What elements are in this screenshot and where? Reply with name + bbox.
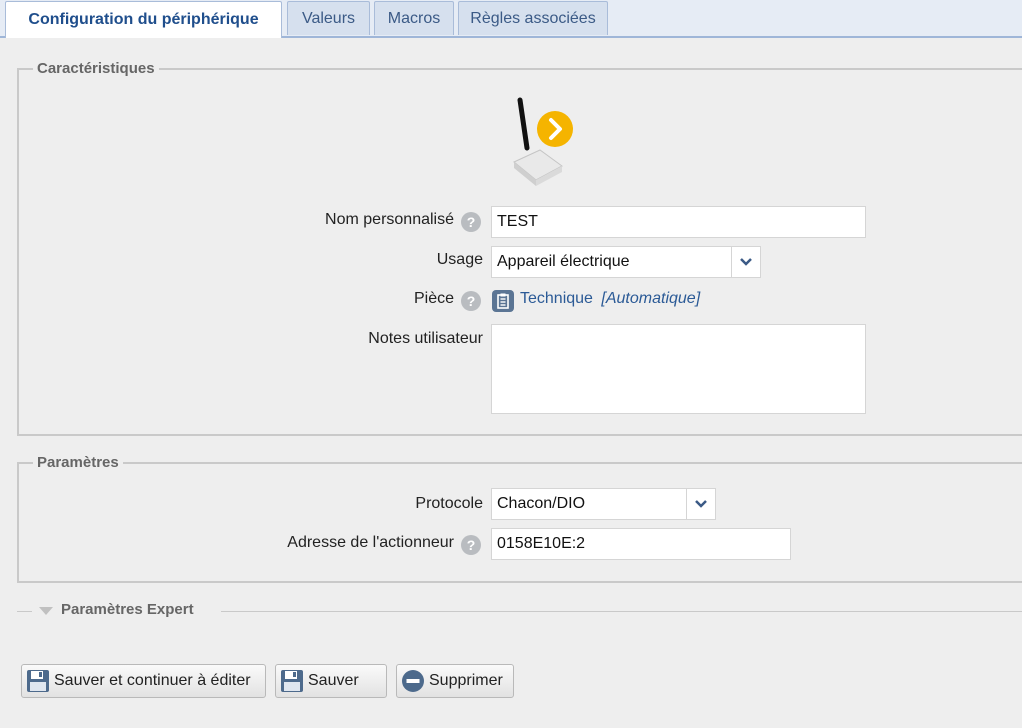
adresse-value: 0158E10E:2 [497,535,586,552]
minus-circle-icon [402,670,424,692]
divider [221,611,1022,612]
notes-textarea[interactable] [491,324,866,414]
nom-personnalise-input[interactable]: TEST [491,206,866,238]
nom-label: Nom personnalisé [325,211,454,228]
chevron-down-icon[interactable] [686,489,715,519]
save-button[interactable]: Sauver [275,664,387,698]
notes-label: Notes utilisateur [368,330,483,347]
nom-value: TEST [497,213,538,230]
piece-auto-label: [Automatique] [601,290,701,307]
protocole-label: Protocole [415,495,483,512]
clipboard-icon [492,290,514,312]
adresse-input[interactable]: 0158E10E:2 [491,528,791,560]
help-icon[interactable]: ? [461,535,481,555]
save-label: Sauver [308,672,359,689]
usage-select[interactable]: Appareil électrique [491,246,761,278]
tab-macros[interactable]: Macros [374,1,454,35]
protocole-value: Chacon/DIO [497,495,586,512]
save-continue-label: Sauver et continuer à éditer [54,672,251,689]
floppy-disk-icon [27,670,49,692]
piece-label: Pièce [413,290,454,307]
protocole-select[interactable]: Chacon/DIO [491,488,716,520]
help-icon[interactable]: ? [461,212,481,232]
chevron-down-icon[interactable] [731,247,760,277]
expert-toggle[interactable]: Paramètres Expert [17,601,1022,621]
piece-link[interactable]: Technique [Automatique] [520,290,700,308]
adresse-label: Adresse de l'actionneur [287,534,454,551]
help-icon[interactable]: ? [461,291,481,311]
tab-configuration[interactable]: Configuration du périphérique [5,1,282,38]
usage-value: Appareil électrique [497,253,630,270]
delete-button[interactable]: Supprimer [396,664,514,698]
piece-value[interactable]: Technique [520,290,593,307]
tab-bar: Configuration du périphérique Valeurs Ma… [0,0,1022,38]
delete-label: Supprimer [429,672,503,689]
caracteristiques-legend: Caractéristiques [37,60,155,77]
triangle-down-icon[interactable] [39,607,53,615]
tab-regles-associees[interactable]: Règles associées [458,1,608,35]
divider [17,611,32,612]
rf-transmitter-with-arrow-icon [513,97,573,186]
save-continue-button[interactable]: Sauver et continuer à éditer [21,664,266,698]
floppy-disk-icon [281,670,303,692]
expert-label[interactable]: Paramètres Expert [61,601,194,618]
usage-label: Usage [436,251,483,268]
parametres-legend: Paramètres [37,454,119,471]
tab-valeurs[interactable]: Valeurs [287,1,370,35]
